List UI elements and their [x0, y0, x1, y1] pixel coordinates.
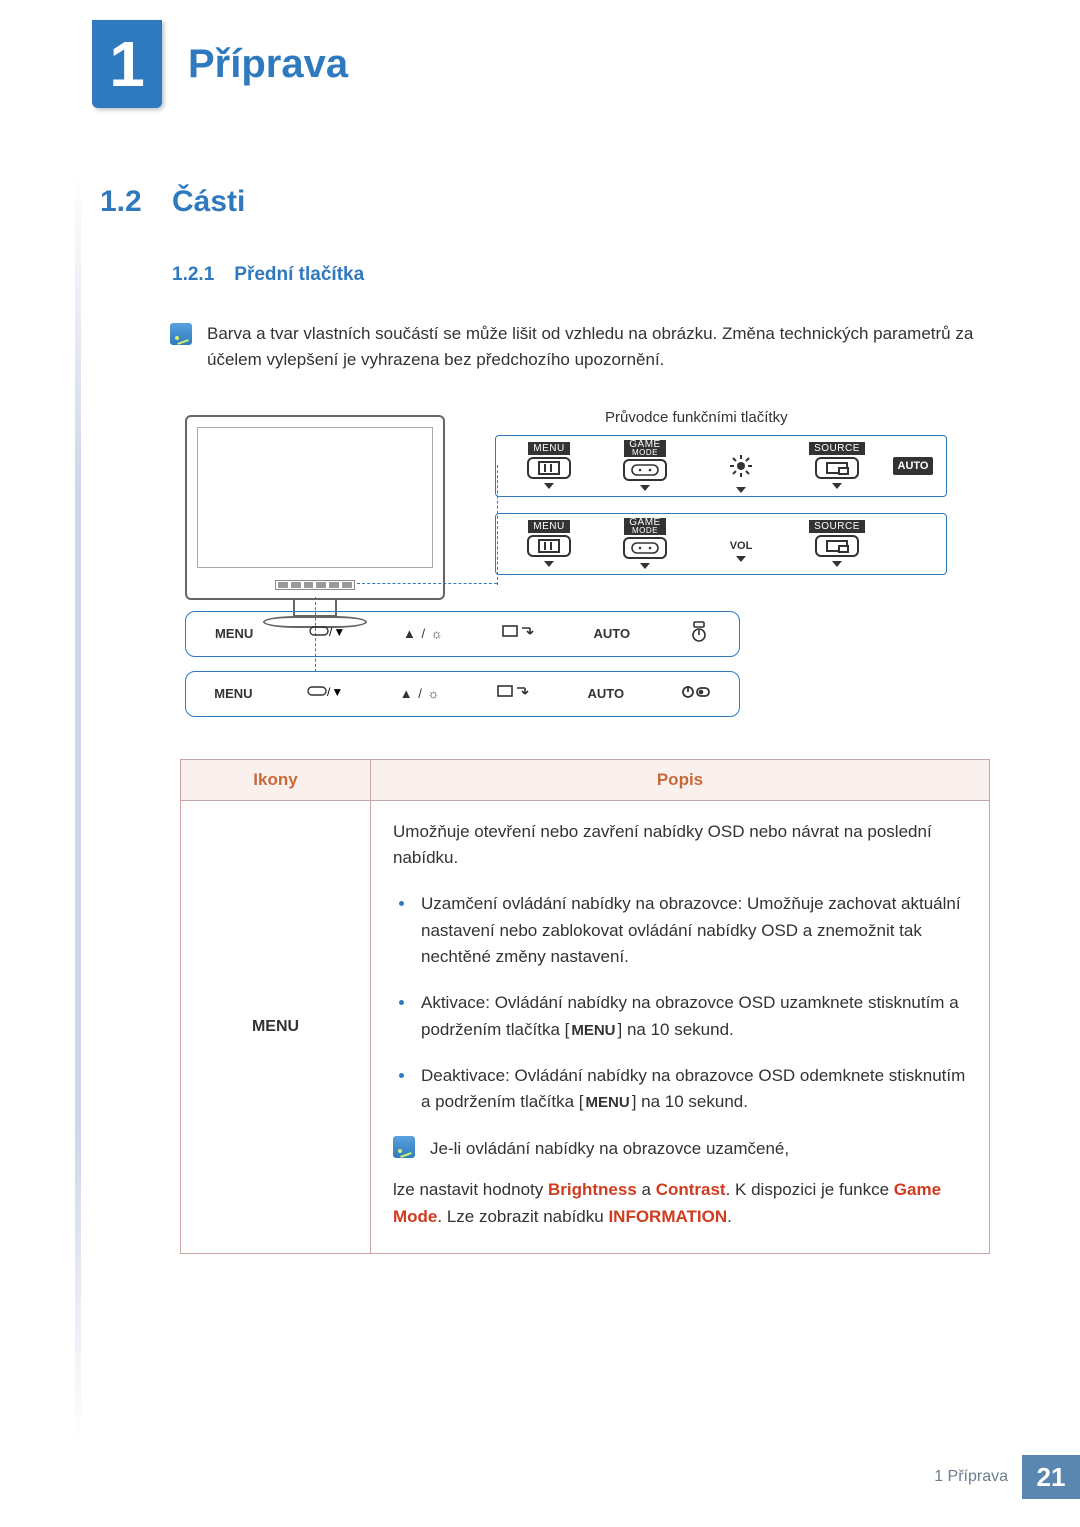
osd-label-source: SOURCE	[809, 442, 865, 455]
osd-auto-badge: AUTO	[893, 457, 934, 475]
brightness-icon	[729, 454, 753, 483]
buttons-table: Ikony Popis MENU Umožňuje otevření nebo …	[180, 759, 990, 1254]
svg-text:/▼: /▼	[327, 685, 344, 699]
note-icon	[170, 323, 192, 345]
inner-note: Je-li ovládání nabídky na obrazovce uzam…	[393, 1136, 967, 1162]
footer-text: 1 Příprava	[934, 1468, 1008, 1486]
osd-label-menu: MENU	[528, 520, 569, 533]
front-buttons-diagram: Průvodce funkčními tlačítky MENU GAMEMOD…	[185, 409, 990, 729]
osd-label-source: SOURCE	[809, 520, 865, 533]
gamepad-icon	[623, 537, 667, 559]
guide-label: Průvodce funkčními tlačítky	[605, 409, 788, 426]
source-icon	[815, 535, 859, 557]
osd-label-menu: MENU	[528, 442, 569, 455]
cell-description: Umožňuje otevření nebo zavření nabídky O…	[371, 801, 989, 1253]
note-text: Barva a tvar vlastních součástí se může …	[207, 321, 1000, 374]
power-switch-icon	[681, 683, 711, 704]
th-icons: Ikony	[181, 760, 371, 800]
section-number: 1.2	[100, 185, 172, 219]
inner-note-text: Je-li ovládání nabídky na obrazovce uzam…	[430, 1136, 789, 1162]
btn-up-brightness: ▲ / ☼	[403, 626, 444, 641]
gamepad-icon	[623, 459, 667, 481]
source-icon	[815, 457, 859, 479]
note-block: Barva a tvar vlastních součástí se může …	[170, 321, 1000, 374]
desc-intro: Umožňuje otevření nebo zavření nabídky O…	[393, 819, 967, 872]
btn-game-down: /▼	[309, 684, 343, 703]
cell-icon-menu: MENU	[181, 801, 371, 1253]
note-icon	[393, 1136, 415, 1158]
desc-extra: lze nastavit hodnoty Brightness a Contra…	[393, 1176, 967, 1230]
button-row-1: MENU /▼ ▲ / ☼ AUTO	[185, 611, 740, 657]
chapter-title: Příprava	[188, 42, 348, 87]
footer-page-number: 21	[1022, 1455, 1080, 1499]
menu-icon	[527, 535, 571, 557]
hl-information: INFORMATION	[608, 1207, 727, 1226]
th-desc: Popis	[371, 760, 989, 800]
hl-contrast: Contrast	[656, 1180, 726, 1199]
chapter-header: 1 Příprava	[92, 20, 348, 108]
table-row: MENU Umožňuje otevření nebo zavření nabí…	[181, 801, 989, 1253]
inline-menu-label: MENU	[569, 1019, 617, 1042]
osd-guide-row-2: MENU GAMEMODE VOL SOURCE	[495, 513, 947, 575]
subsection-number: 1.2.1	[172, 264, 214, 286]
side-gradient	[75, 170, 81, 1447]
btn-source-enter	[497, 684, 531, 703]
power-timer-icon	[688, 621, 710, 646]
inline-menu-label: MENU	[584, 1091, 632, 1114]
hl-brightness: Brightness	[548, 1180, 637, 1199]
osd-label-gamemode: GAMEMODE	[624, 518, 665, 535]
button-row-2: MENU /▼ ▲ / ☼ AUTO	[185, 671, 740, 717]
bullet-activate: Aktivace: Ovládání nabídky na obrazovce …	[393, 990, 967, 1043]
btn-source-enter	[502, 624, 536, 643]
svg-text:/▼: /▼	[329, 625, 346, 639]
btn-auto: AUTO	[593, 626, 630, 641]
btn-up-brightness: ▲ / ☼	[400, 686, 441, 701]
chapter-number-badge: 1	[92, 20, 162, 108]
osd-label-gamemode: GAMEMODE	[624, 440, 665, 457]
menu-icon	[527, 457, 571, 479]
subsection-heading: 1.2.1 Přední tlačítka	[172, 264, 1000, 286]
monitor-outline	[185, 415, 445, 600]
btn-menu: MENU	[214, 686, 252, 701]
btn-auto: AUTO	[588, 686, 625, 701]
osd-vol-label: VOL	[730, 540, 753, 552]
section-heading: 1.2 Části	[100, 185, 1000, 219]
osd-guide-row-1: MENU GAMEMODE	[495, 435, 947, 497]
bullet-lock: Uzamčení ovládání nabídky na obrazovce: …	[393, 891, 967, 970]
table-header: Ikony Popis	[181, 760, 989, 801]
page-footer: 1 Příprava 21	[934, 1455, 1080, 1499]
section-title: Části	[172, 185, 245, 219]
btn-game-down: /▼	[311, 624, 345, 643]
bullet-deactivate: Deaktivace: Ovládání nabídky na obrazovc…	[393, 1063, 967, 1116]
btn-menu: MENU	[215, 626, 253, 641]
subsection-title: Přední tlačítka	[234, 264, 364, 286]
